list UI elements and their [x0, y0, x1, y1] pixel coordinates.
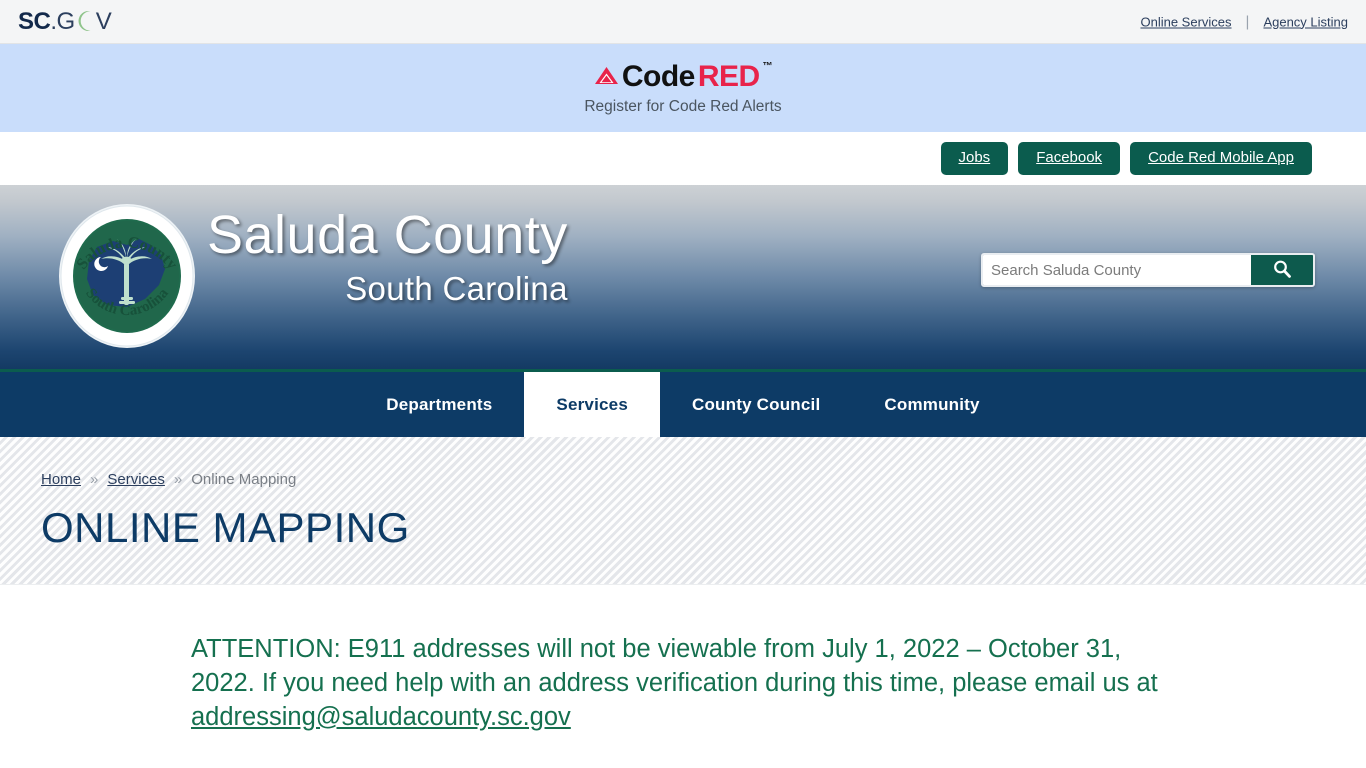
masthead-title-block: Saluda County South Carolina — [207, 207, 568, 308]
breadcrumb-separator: » — [90, 471, 99, 488]
nav-item-county-council[interactable]: County Council — [660, 372, 852, 437]
page-site-title: Saluda County — [207, 205, 568, 265]
nav-item-community[interactable]: Community — [852, 372, 1011, 437]
addressing-email-link[interactable]: addressing@saludacounty.sc.gov — [191, 703, 571, 731]
quick-button-row: Jobs Facebook Code Red Mobile App — [0, 132, 1366, 185]
search-input[interactable] — [983, 255, 1251, 285]
breadcrumb-item-home[interactable]: Home — [41, 471, 81, 488]
scgov-logo-dot-g: .G — [50, 8, 75, 35]
scgov-top-links: Online Services | Agency Listing — [1140, 13, 1348, 30]
masthead: Saluda County South Carolina Saluda Coun… — [0, 185, 1366, 369]
link-separator: | — [1245, 13, 1250, 30]
scgov-logo-sc: SC — [18, 8, 51, 35]
nav-label: Services — [556, 394, 628, 414]
link-online-services[interactable]: Online Services — [1140, 14, 1231, 29]
search-button[interactable] — [1251, 255, 1313, 285]
codered-word-red: RED — [697, 60, 760, 93]
page-header-band: Home » Services » Online Mapping ONLINE … — [0, 437, 1366, 585]
codered-logo: Code RED ™ — [594, 60, 773, 94]
page-title: ONLINE MAPPING — [41, 504, 410, 551]
codered-word-code: Code — [621, 60, 696, 93]
scgov-logo[interactable]: SC .G V — [18, 7, 112, 36]
search-icon — [1272, 259, 1292, 282]
main-content: ATTENTION: E911 addresses will not be vi… — [0, 585, 1366, 735]
attention-notice: ATTENTION: E911 addresses will not be vi… — [191, 633, 1181, 735]
crescent-moon-icon — [76, 10, 95, 32]
link-agency-listing[interactable]: Agency Listing — [1263, 14, 1348, 29]
breadcrumb-separator: » — [173, 471, 183, 488]
codered-triangle-icon — [594, 65, 619, 89]
breadcrumb: Home » Services » Online Mapping — [41, 471, 1366, 488]
search-box — [981, 253, 1315, 287]
codered-subtitle: Register for Code Red Alerts — [584, 98, 782, 115]
breadcrumb-item-current: Online Mapping — [191, 471, 297, 488]
nav-item-services[interactable]: Services — [524, 372, 660, 437]
breadcrumb-item-services[interactable]: Services — [107, 471, 165, 488]
page-site-subtitle: South Carolina — [345, 269, 568, 307]
codered-banner[interactable]: Code RED ™ Register for Code Red Alerts — [0, 44, 1366, 132]
nav-items-container: Departments Services County Council Comm… — [354, 372, 1011, 437]
facebook-button[interactable]: Facebook — [1018, 141, 1121, 176]
county-seal-icon[interactable]: Saluda County South Carolina — [57, 203, 197, 350]
nav-label: Departments — [386, 394, 493, 414]
nav-label: County Council — [691, 394, 821, 414]
attention-notice-text: ATTENTION: E911 addresses will not be vi… — [191, 635, 1158, 697]
jobs-button[interactable]: Jobs — [940, 141, 1009, 176]
nav-label: Community — [884, 394, 980, 414]
codered-trademark: ™ — [762, 60, 773, 72]
nav-item-departments[interactable]: Departments — [354, 372, 524, 437]
scgov-logo-v: V — [95, 8, 112, 35]
scgov-top-bar: SC .G V Online Services | Agency Listing — [0, 0, 1366, 44]
main-navigation: Departments Services County Council Comm… — [0, 369, 1366, 437]
code-red-mobile-app-button[interactable]: Code Red Mobile App — [1130, 141, 1312, 176]
